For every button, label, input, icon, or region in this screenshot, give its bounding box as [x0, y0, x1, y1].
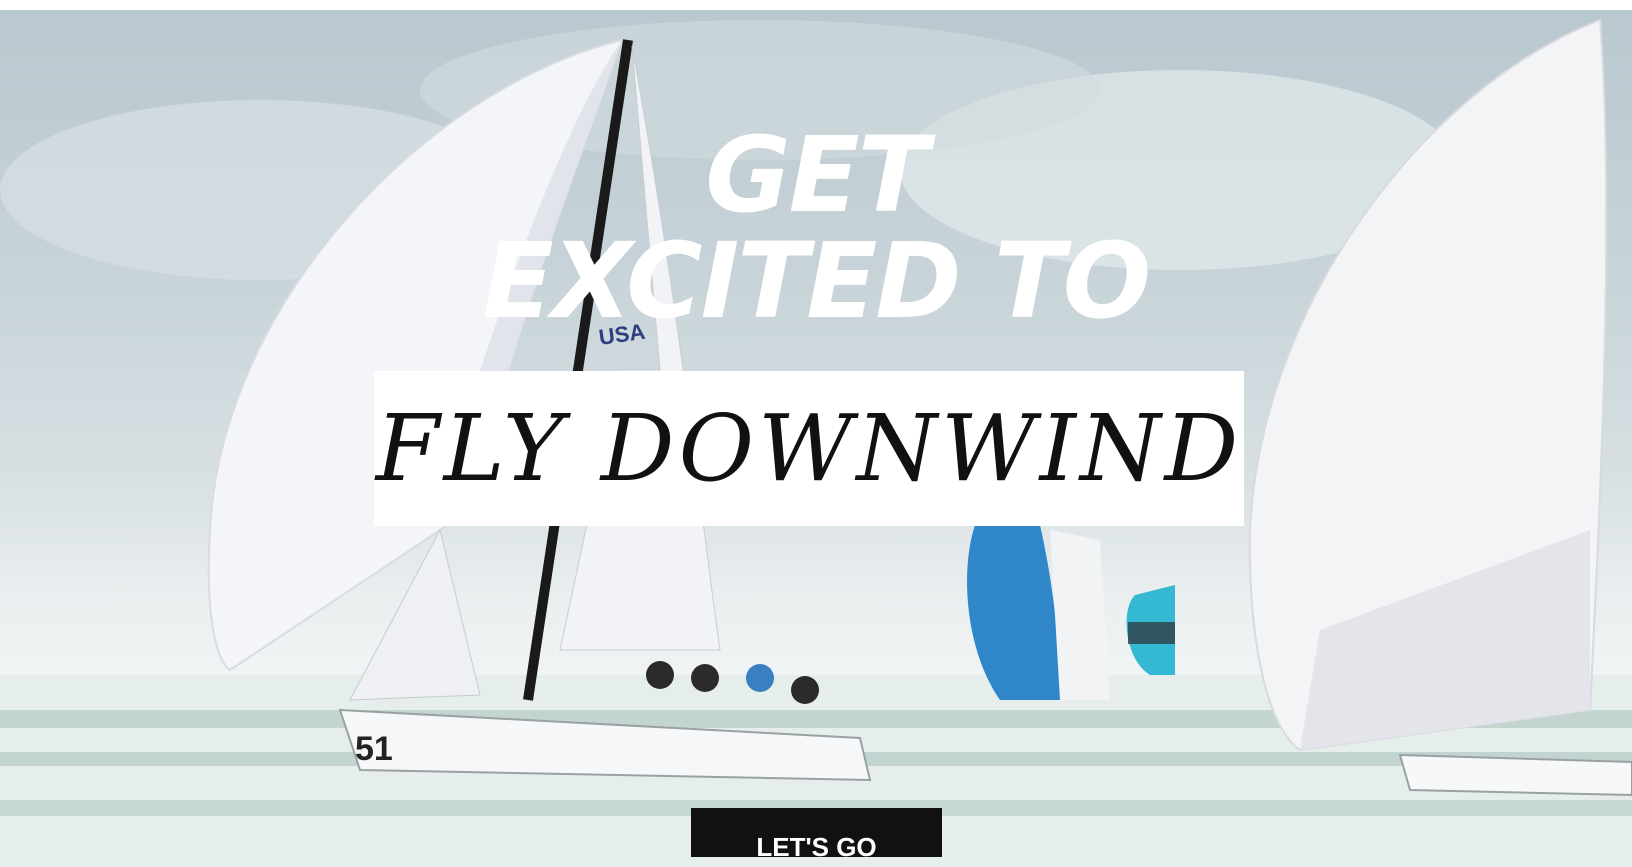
script-headline: FLY DOWNWIND [375, 395, 1243, 502]
blue-spinnaker [967, 525, 1060, 700]
crew-member [691, 664, 719, 692]
crew-member [746, 664, 774, 692]
headline-line-1: GET [705, 114, 928, 236]
script-banner: FLY DOWNWIND [374, 371, 1244, 526]
headline-line-2: EXCITED TO [482, 220, 1151, 342]
hero-banner: USA 51 GET EXCITED TO FLY DOWNWIND [0, 10, 1632, 867]
hull-number: 51 [355, 730, 393, 768]
lets-go-button-label: LET'S GO [756, 832, 877, 862]
crew-member [791, 676, 819, 704]
right-boat-hull [1398, 753, 1632, 797]
teal-spinnaker-band [1128, 622, 1175, 644]
headline: GET EXCITED TO [0, 122, 1632, 334]
white-distant-sail [1050, 530, 1110, 700]
crew-member [646, 661, 674, 689]
lets-go-button[interactable]: LET'S GO [691, 808, 942, 862]
